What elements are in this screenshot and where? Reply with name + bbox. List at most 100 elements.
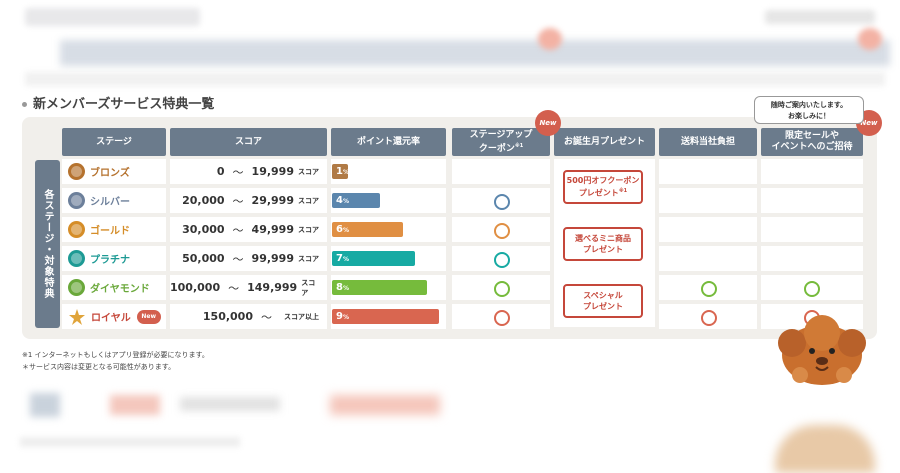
rate-bar: 1% <box>332 164 349 179</box>
rate-unit: % <box>342 227 349 234</box>
footnote-1: ※1 インターネットもしくはアプリ登録が必要になります。 <box>22 351 209 359</box>
score-to: 49,999 <box>251 223 294 236</box>
header-sale-line2: イベントへのご招待 <box>771 142 853 152</box>
sale-cell <box>761 246 863 271</box>
present-coupon-line2: プレゼント <box>578 188 619 198</box>
bullet-icon <box>22 102 27 107</box>
stage-name: ロイヤル <box>91 313 131 324</box>
present-mini-item: 選べるミニ商品 プレゼント <box>563 227 643 261</box>
shipping-cell <box>659 217 757 242</box>
stage-cell: プラチナ <box>62 246 166 271</box>
score-to: 29,999 <box>251 194 294 207</box>
present-coupon-text: 500円オフクーポンプレゼント※1 <box>567 175 640 199</box>
score-unit: スコア以上 <box>284 312 319 321</box>
header-shipping-text: 送料当社負担 <box>680 136 735 147</box>
new-pill: New <box>136 309 161 324</box>
present-special-line1: スペシャル <box>583 291 623 300</box>
coupon-cell <box>452 159 550 184</box>
score-from: 20,000 <box>182 194 225 207</box>
coming-soon-bubble: 随時ご案内いたします。 お楽しみに！ <box>754 96 864 124</box>
rate-bar: 4% <box>332 193 380 208</box>
score-unit: スコア <box>301 278 316 297</box>
stage-cell: ブロンズ <box>62 159 166 184</box>
present-coupon-note: ※1 <box>618 188 628 195</box>
present-coupon-line1: 500円オフクーポン <box>566 176 640 186</box>
score-from: 100,000 <box>170 281 221 294</box>
score-tilde: ～ <box>232 252 244 266</box>
stage-name: プラチナ <box>90 255 130 266</box>
rate-bar: 6% <box>332 222 403 237</box>
header-stage-up-coupon: ステージアップ クーポン※1 <box>452 128 550 156</box>
score-tilde: ～ <box>228 281 240 295</box>
blurred-link <box>765 10 875 24</box>
medal-icon <box>68 250 85 267</box>
score-from: 0 <box>216 165 225 178</box>
rate-value: 7 <box>336 253 343 264</box>
section-title-text: 新メンバーズサービス特典一覧 <box>33 97 215 112</box>
available-circle-icon <box>494 252 510 268</box>
sale-cell <box>761 188 863 213</box>
score-unit: スコア <box>298 167 319 176</box>
bubble-line1: 随時ご案内いたします。 <box>770 101 848 109</box>
blurred-badge <box>858 28 882 50</box>
score-from: 30,000 <box>182 223 225 236</box>
header-stage-up-line1: ステージアップ <box>469 129 533 140</box>
blurred-footer-area <box>0 385 900 473</box>
available-circle-icon <box>804 281 820 297</box>
score-cell: 150,000 ～ スコア以上 <box>170 304 327 329</box>
header-stage-text: ステージ <box>96 136 132 147</box>
rate-bar: 8% <box>332 280 427 295</box>
rate-unit: % <box>342 285 349 292</box>
medal-icon <box>68 221 85 238</box>
present-special-text: スペシャルプレゼント <box>583 290 623 312</box>
available-circle-icon <box>494 310 510 326</box>
header-point-rate: ポイント還元率 <box>331 128 446 156</box>
crown-medal-icon <box>69 308 85 325</box>
rate-unit: % <box>342 198 349 205</box>
available-circle-icon <box>701 310 717 326</box>
header-sale-text: 限定セールや イベントへのご招待 <box>771 131 852 153</box>
header-stage-up-line2: クーポン <box>478 143 515 154</box>
medal-icon <box>68 279 85 296</box>
medal-icon <box>68 192 85 209</box>
blurred-cell <box>180 397 280 411</box>
score-unit: スコア <box>298 196 319 205</box>
header-sale-line1: 限定セールや <box>784 131 839 141</box>
side-label: 各ステージ・対象特典 <box>35 160 60 328</box>
score-from: 50,000 <box>182 252 225 265</box>
rate-bar: 7% <box>332 251 415 266</box>
rate-value: 8 <box>336 282 343 293</box>
score-to: 99,999 <box>251 252 294 265</box>
score-cell: 30,000 ～ 49,999 スコア <box>170 217 327 242</box>
score-unit: スコア <box>298 254 319 263</box>
score-cell: 100,000 ～ 149,999 スコア <box>170 275 327 300</box>
header-stage-up-text: ステージアップ クーポン※1 <box>470 130 533 155</box>
footnote-2: ＊サービス内容は変更となる可能性があります。 <box>22 363 176 371</box>
present-mini-line1: 選べるミニ商品 <box>575 234 631 243</box>
present-special-line2: プレゼント <box>583 302 623 311</box>
blurred-cell <box>110 395 160 415</box>
stage-name: シルバー <box>90 197 130 208</box>
blurred-table-header <box>60 40 890 66</box>
header-shipping: 送料当社負担 <box>659 128 757 156</box>
header-stage: ステージ <box>62 128 166 156</box>
rate-unit: % <box>342 256 349 263</box>
stage-cell: ロイヤル New <box>62 304 166 329</box>
rate-value: 6 <box>336 224 343 235</box>
score-cell: 0 ～ 19,999 スコア <box>170 159 327 184</box>
present-mini-text: 選べるミニ商品 プレゼント <box>575 233 631 255</box>
blurred-cell <box>330 395 440 415</box>
score-to: 19,999 <box>251 165 294 178</box>
header-score-text: スコア <box>234 136 262 147</box>
score-unit: スコア <box>298 225 319 234</box>
stage-cell: ゴールド <box>62 217 166 242</box>
rate-value: 4 <box>336 195 343 206</box>
present-coupon: 500円オフクーポンプレゼント※1 <box>563 170 643 204</box>
poodle-mascot-icon <box>778 315 866 385</box>
rate-value: 9 <box>336 311 343 322</box>
sale-cell <box>761 217 863 242</box>
header-score: スコア <box>170 128 327 156</box>
available-circle-icon <box>701 281 717 297</box>
available-circle-icon <box>494 194 510 210</box>
score-tilde: ～ <box>261 310 272 324</box>
